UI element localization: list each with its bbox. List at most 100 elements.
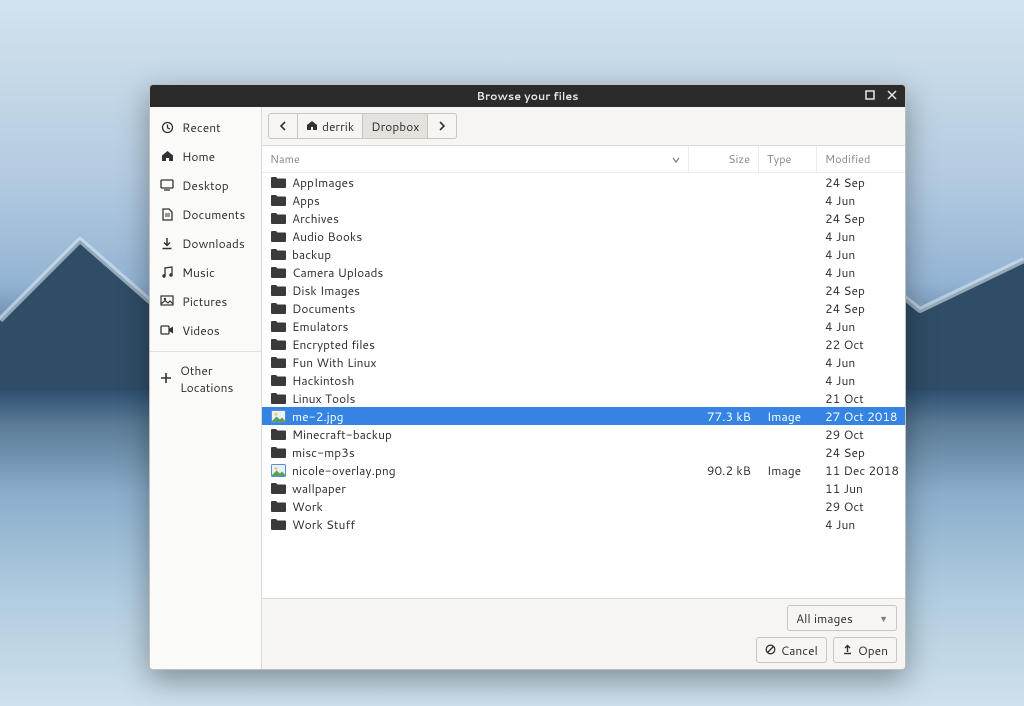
file-row[interactable]: nicole-overlay.png90.2 kBImage11 Dec 201… [262,461,905,479]
sort-indicator-icon [672,151,680,167]
file-name: Fun With Linux [292,354,689,371]
file-row[interactable]: backup4 Jun [262,245,905,263]
sidebar-item-music[interactable]: Music [150,258,261,287]
folder-icon [270,210,286,226]
file-name: Audio Books [292,228,689,245]
folder-icon [270,372,286,388]
sidebar-item-label: Videos [182,322,220,339]
file-row[interactable]: Work Stuff 4 Jun [262,515,905,533]
file-row[interactable]: Hackintosh4 Jun [262,371,905,389]
filter-label: All images [796,610,853,627]
sidebar-item-other-locations[interactable]: Other Locations [150,351,261,402]
file-row[interactable]: Encrypted files22 Oct [262,335,905,353]
file-row[interactable]: Apps4 Jun [262,191,905,209]
file-modified: 11 Dec 2018 [817,462,905,479]
desktop-icon [160,179,174,193]
sidebar-item-documents[interactable]: Documents [150,200,261,229]
folder-icon [270,282,286,298]
sidebar-item-recent[interactable]: Recent [150,113,261,142]
file-row[interactable]: Fun With Linux4 Jun [262,353,905,371]
folder-icon [270,336,286,352]
sidebar-item-label: Downloads [182,235,245,252]
file-modified: 24 Sep [817,444,905,461]
file-modified: 4 Jun [817,372,905,389]
file-row[interactable]: Camera Uploads4 Jun [262,263,905,281]
file-name: Minecraft-backup [292,426,689,443]
file-row[interactable]: wallpaper11 Jun [262,479,905,497]
file-name: Work [292,498,689,515]
file-row[interactable]: misc-mp3s 24 Sep [262,443,905,461]
sidebar-item-pictures[interactable]: Pictures [150,287,261,316]
file-size: 90.2 kB [689,462,759,479]
column-modified[interactable]: Modified [817,146,905,172]
path-back-button[interactable] [268,113,298,139]
folder-icon [270,516,286,532]
sidebar-item-downloads[interactable]: Downloads [150,229,261,258]
file-row[interactable]: Disk Images 24 Sep [262,281,905,299]
filter-dropdown[interactable]: All images ▼ [787,605,897,631]
path-segment-current[interactable]: Dropbox [362,113,428,139]
file-modified: 4 Jun [817,516,905,533]
file-row[interactable]: Minecraft-backup29 Oct [262,425,905,443]
path-segment-home[interactable]: derrik [297,113,363,139]
videos-icon [160,324,174,338]
music-icon [160,266,174,280]
clock-icon [160,121,174,135]
open-button[interactable]: Open [833,637,897,663]
file-modified: 4 Jun [817,246,905,263]
chevron-left-icon [277,118,289,135]
home-icon [160,150,174,164]
sidebar-item-videos[interactable]: Videos [150,316,261,345]
path-toolbar: derrik Dropbox [262,107,905,145]
file-list-pane: Name Size Type Modified AppImages24 SepA… [262,145,905,598]
download-icon [160,237,174,251]
folder-icon [270,228,286,244]
titlebar: Browse your files [150,85,905,107]
folder-icon [270,174,286,190]
sidebar-item-label: Recent [182,119,221,136]
folder-icon [270,498,286,514]
folder-icon [270,300,286,316]
file-row[interactable]: Documents 24 Sep [262,299,905,317]
file-row[interactable]: me-2.jpg77.3 kBImage27 Oct 2018 [262,407,905,425]
column-type[interactable]: Type [759,146,817,172]
folder-icon [270,390,286,406]
sidebar-item-label: Documents [182,206,245,223]
file-row[interactable]: AppImages24 Sep [262,173,905,191]
file-row[interactable]: Audio Books 4 Jun [262,227,905,245]
sidebar-item-label: Music [182,264,215,281]
file-modified: 4 Jun [817,318,905,335]
folder-icon [270,318,286,334]
file-name: Documents [292,300,689,317]
folder-icon [270,426,286,442]
cancel-button[interactable]: Cancel [756,637,827,663]
sidebar-item-label: Desktop [182,177,229,194]
column-size[interactable]: Size [689,146,759,172]
file-modified: 4 Jun [817,192,905,209]
file-type: Image [759,462,817,479]
file-modified: 24 Sep [817,282,905,299]
chevron-down-icon: ▼ [879,612,888,625]
file-name: misc-mp3s [292,444,689,461]
file-row[interactable]: Work 29 Oct [262,497,905,515]
sidebar-item-home[interactable]: Home [150,142,261,171]
file-row[interactable]: Archives24 Sep [262,209,905,227]
file-modified: 29 Oct [817,498,905,515]
file-row[interactable]: Linux Tools21 Oct [262,389,905,407]
file-name: nicole-overlay.png [292,462,689,479]
window-title: Browse your files [150,88,905,104]
sidebar-item-label: Other Locations [180,362,251,396]
docs-icon [160,208,174,222]
file-modified: 4 Jun [817,264,905,281]
file-name: Disk Images [292,282,689,299]
file-modified: 4 Jun [817,228,905,245]
path-forward-button[interactable] [427,113,457,139]
folder-icon [270,444,286,460]
file-row[interactable]: Emulators4 Jun [262,317,905,335]
file-type: Image [759,408,817,425]
column-name[interactable]: Name [262,146,689,172]
file-modified: 21 Oct [817,390,905,407]
sidebar-item-desktop[interactable]: Desktop [150,171,261,200]
file-modified: 24 Sep [817,300,905,317]
file-name: Work Stuff [292,516,689,533]
